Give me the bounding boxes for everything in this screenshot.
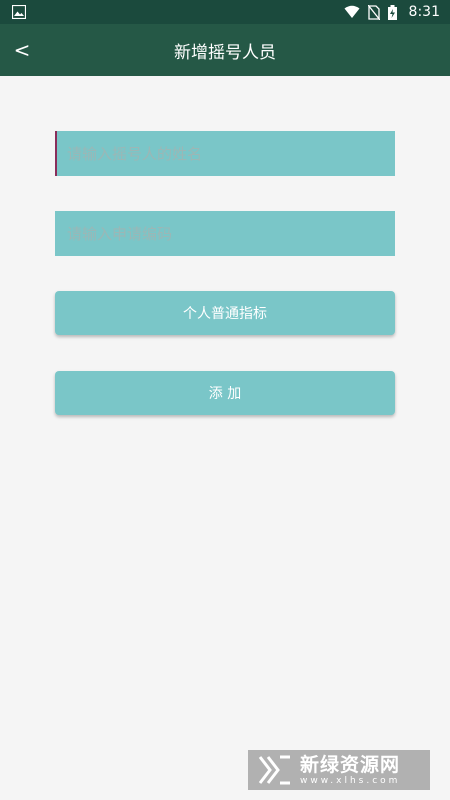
status-bar: 8:31	[0, 0, 450, 24]
back-button[interactable]: <	[0, 24, 44, 76]
battery-charging-icon	[387, 4, 397, 20]
application-code-input[interactable]	[55, 211, 395, 256]
wifi-icon	[344, 5, 360, 18]
watermark: 新绿资源网 www.xlhs.com	[248, 750, 430, 790]
app-bar: < 新增摇号人员	[0, 24, 450, 76]
quota-type-button[interactable]: 个人普通指标	[55, 291, 395, 335]
name-input[interactable]	[55, 131, 395, 176]
status-icons: 8:31	[344, 0, 440, 24]
add-button[interactable]: 添 加	[55, 371, 395, 415]
no-sim-icon	[367, 4, 380, 20]
image-icon	[12, 5, 26, 19]
watermark-logo-icon	[258, 755, 290, 785]
status-time: 8:31	[408, 4, 440, 20]
watermark-subtitle: www.xlhs.com	[300, 775, 401, 786]
watermark-title: 新绿资源网	[300, 753, 401, 776]
page-title: 新增摇号人员	[174, 42, 276, 63]
